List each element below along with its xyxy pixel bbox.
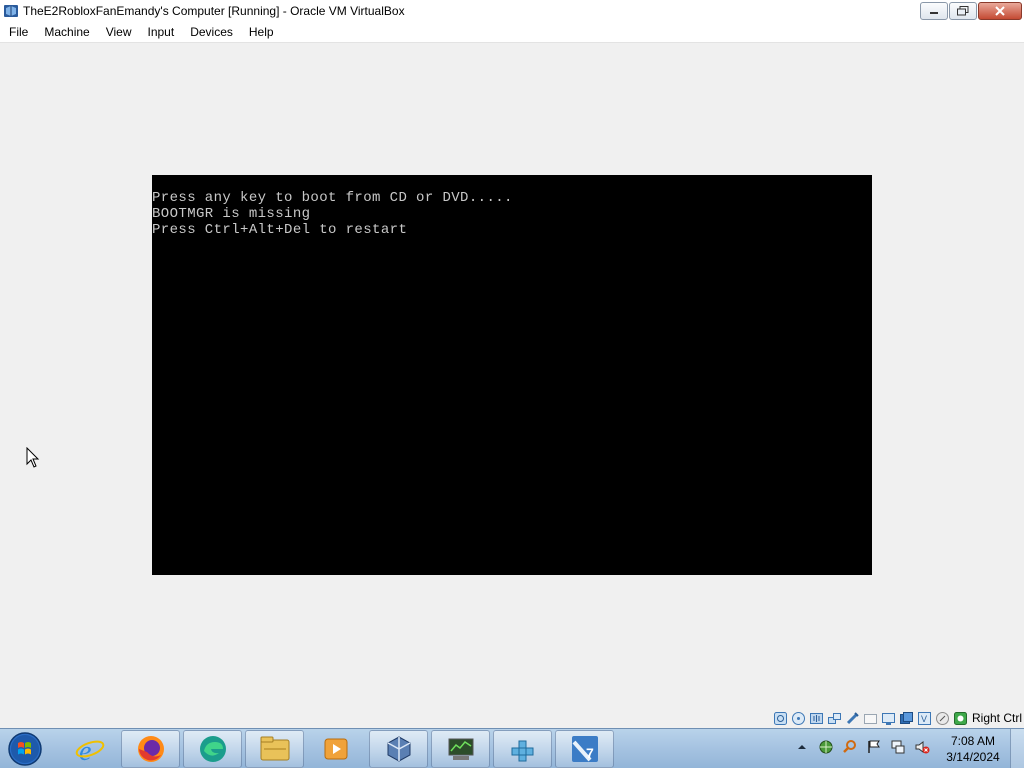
hard-disk-icon[interactable] [773,711,788,726]
menu-input[interactable]: Input [140,22,183,43]
svg-text:V: V [921,714,927,724]
windows7-app-icon[interactable]: 7 [555,730,614,768]
show-desktop-button[interactable] [1010,729,1024,768]
close-button[interactable] [978,2,1022,20]
action-center-flag-icon[interactable] [866,739,882,755]
console-line-1: Press any key to boot from CD or DVD....… [152,190,513,206]
clock-time: 7:08 AM [950,734,996,748]
mouse-pointer-icon [26,446,40,472]
volume-muted-icon[interactable] [914,739,930,755]
menu-help[interactable]: Help [241,22,282,43]
audio-icon[interactable] [809,711,824,726]
internet-explorer-icon[interactable]: e [60,730,119,768]
keyboard-capture-icon[interactable] [953,711,968,726]
virtualbox-icon [3,3,19,19]
cpu-icon[interactable] [935,711,950,726]
shared-folders-icon[interactable] [863,711,878,726]
vm-status-bar: V Right Ctrl [773,709,1024,727]
network-icon[interactable] [827,711,842,726]
svg-text:e: e [79,736,91,765]
window-title: TheE2RobloxFanEmandy's Computer [Running… [23,4,405,18]
monitor-app-icon[interactable] [431,730,490,768]
window-controls [919,2,1022,20]
menu-bar: File Machine View Input Devices Help [0,22,1024,43]
menu-file[interactable]: File [0,22,36,43]
taskbar: e 7 7:08 AM 3/14/2024 [0,728,1024,768]
svg-text:7: 7 [586,745,594,761]
firefox-icon[interactable] [121,730,180,768]
mouse-integration-icon[interactable]: V [917,711,932,726]
file-explorer-icon[interactable] [245,730,304,768]
menu-devices[interactable]: Devices [182,22,241,43]
network-globe-icon[interactable] [818,739,834,755]
media-player-icon[interactable] [307,730,366,768]
start-button[interactable] [4,730,48,768]
host-key-label[interactable]: Right Ctrl [972,711,1022,725]
search-icon[interactable] [842,739,858,755]
network-icon[interactable] [890,739,906,755]
display-icon[interactable] [881,711,896,726]
menu-machine[interactable]: Machine [36,22,97,43]
title-bar: TheE2RobloxFanEmandy's Computer [Running… [0,0,1024,22]
console-line-2: BOOTMGR is missing [152,206,311,222]
registry-icon[interactable] [493,730,552,768]
show-hidden-icons-arrow[interactable] [794,739,810,755]
edge-icon[interactable] [183,730,242,768]
usb-icon[interactable] [845,711,860,726]
virtualbox-taskbar-button[interactable] [369,730,428,768]
minimize-button[interactable] [920,2,948,20]
video-capture-icon[interactable] [899,711,914,726]
menu-view[interactable]: View [98,22,140,43]
clock[interactable]: 7:08 AM 3/14/2024 [938,733,1008,765]
system-tray [794,739,938,755]
restore-button[interactable] [949,2,977,20]
console-line-3: Press Ctrl+Alt+Del to restart [152,222,408,238]
optical-drive-icon[interactable] [791,711,806,726]
clock-date: 3/14/2024 [946,750,1000,764]
